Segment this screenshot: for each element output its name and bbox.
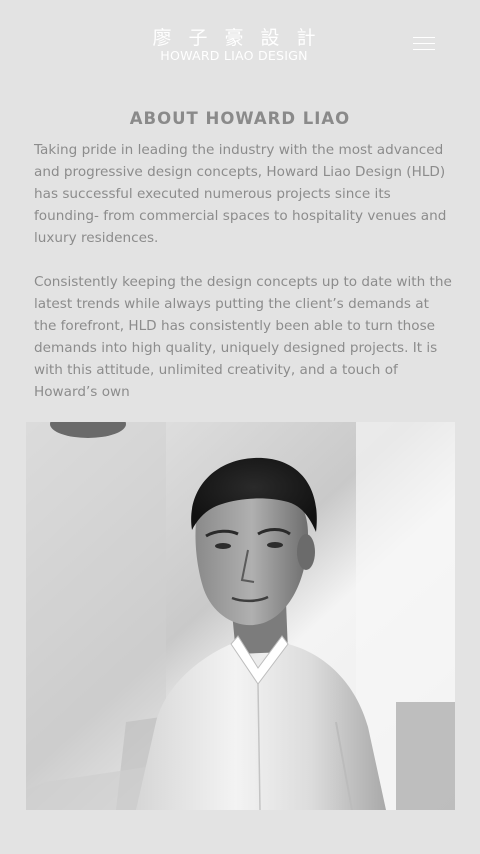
portrait-photo [26, 422, 455, 810]
logo-english-text: HOWARD LIAO DESIGN [160, 48, 308, 63]
page: 廖子豪設計 HOWARD LIAO DESIGN ABOUT HOWARD LI… [0, 0, 480, 854]
about-title: ABOUT HOWARD LIAO [129, 109, 351, 128]
about-paragraph-1: Taking pride in leading the industry wit… [34, 142, 447, 246]
menu-line [413, 49, 435, 50]
menu-line [413, 37, 435, 38]
portrait-image [26, 422, 455, 810]
about-paragraph-2: Consistently keeping the design concepts… [34, 274, 452, 400]
site-header: 廖子豪設計 HOWARD LIAO DESIGN [0, 0, 480, 90]
site-logo[interactable]: 廖子豪設計 HOWARD LIAO DESIGN [148, 28, 320, 64]
logo-chinese-text: 廖子豪設計 [152, 27, 333, 49]
menu-line [413, 43, 435, 44]
hamburger-menu-icon[interactable] [411, 33, 437, 55]
